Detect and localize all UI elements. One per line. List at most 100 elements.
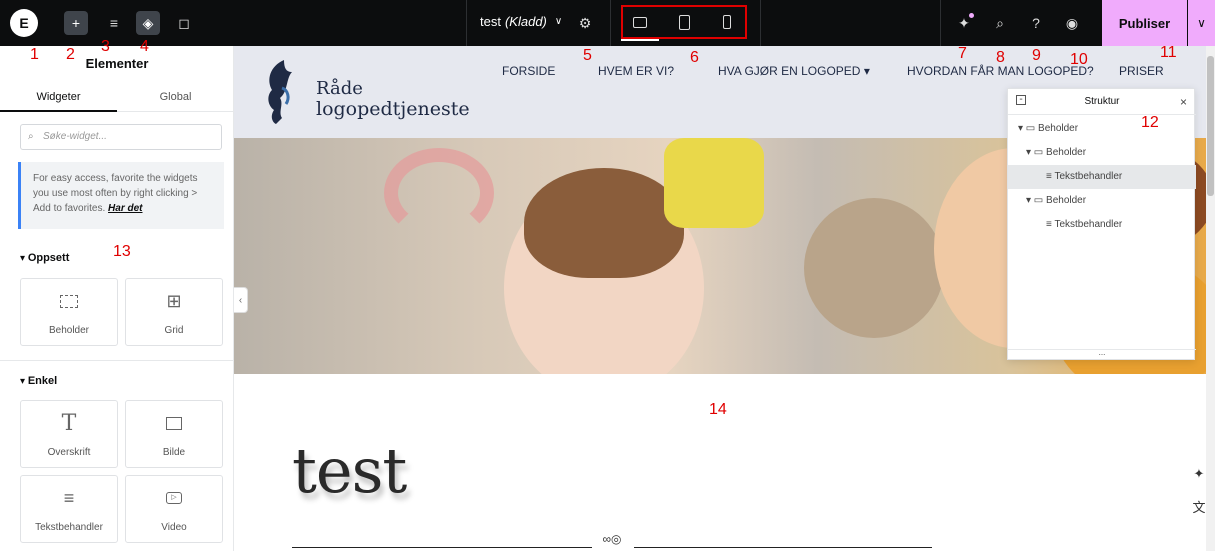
elementor-logo-icon[interactable]: E bbox=[10, 9, 38, 37]
page-settings-gear-icon[interactable]: ⚙ bbox=[573, 11, 597, 35]
category-basic[interactable]: Enkel bbox=[20, 375, 57, 387]
chevron-down-icon: ∨ bbox=[554, 16, 563, 27]
panel-tabs: Widgeter Global bbox=[0, 82, 234, 112]
responsive-mode-switcher bbox=[621, 5, 747, 41]
caret-down-icon: ▾ bbox=[1026, 147, 1032, 158]
structure-panel: - Struktur × ▾ ▭ Beholder ▾ ▭ Beholder ≡… bbox=[1007, 88, 1196, 360]
whats-new-megaphone-icon[interactable]: ✦ bbox=[952, 11, 976, 35]
structure-header: - Struktur × bbox=[1008, 89, 1196, 115]
grid-icon: ⊞ bbox=[166, 290, 182, 311]
video-icon: ▷ bbox=[126, 486, 222, 510]
editor-topbar: E + ≡ ◈ ◻ test (Kladd) ∨ ⚙ ✦ ⌕ ? ◉ Publi… bbox=[0, 0, 1215, 46]
help-icon[interactable]: ? bbox=[1024, 11, 1048, 35]
annotation-label: 11 bbox=[1160, 44, 1177, 61]
nav-what-speech-therapist[interactable]: HVA GJØR EN LOGOPED ▾ bbox=[718, 64, 870, 78]
mobile-view-icon[interactable] bbox=[718, 13, 736, 31]
annotation-label: 10 bbox=[1070, 51, 1088, 68]
caret-down-icon: ▾ bbox=[863, 64, 870, 78]
divider-line bbox=[634, 547, 932, 548]
divider-ornament-icon: ∞◎ bbox=[602, 532, 622, 546]
widget-text-editor[interactable]: ≡ Tekstbehandler bbox=[20, 475, 118, 543]
preview-eye-icon[interactable]: ◉ bbox=[1060, 11, 1084, 35]
widget-search-input[interactable]: ⌕ Søke-widget... bbox=[20, 124, 222, 150]
heading-icon: T bbox=[61, 410, 77, 436]
search-placeholder: Søke-widget... bbox=[43, 131, 107, 142]
resize-handle[interactable]: ... bbox=[1008, 349, 1196, 359]
widget-label: Beholder bbox=[48, 325, 90, 336]
desktop-view-icon[interactable] bbox=[621, 13, 659, 41]
document-title[interactable]: test (Kladd) ∨ bbox=[480, 14, 562, 29]
node-label: Tekstbehandler bbox=[1054, 171, 1123, 182]
nav-home[interactable]: FORSIDE bbox=[502, 64, 555, 78]
tree-node-container[interactable]: ▾ ▭ Beholder bbox=[1008, 189, 1196, 213]
elements-panel: Elementer Widgeter Global ⌕ Søke-widget.… bbox=[0, 46, 234, 551]
widget-label: Overskrift bbox=[47, 447, 91, 458]
widget-container[interactable]: Beholder bbox=[20, 278, 118, 346]
dismiss-tip-link[interactable]: Har det bbox=[108, 203, 142, 214]
widget-heading[interactable]: T Overskrift bbox=[20, 400, 118, 468]
nav-about[interactable]: HVEM ER VI? bbox=[598, 64, 674, 78]
site-brand[interactable]: Råde logopedtjeneste bbox=[316, 78, 470, 120]
tablet-view-icon[interactable] bbox=[675, 13, 693, 31]
widget-label: Grid bbox=[164, 325, 184, 336]
document-title-text: test bbox=[480, 14, 501, 29]
nav-label: HVA GJØR EN LOGOPED bbox=[718, 64, 861, 78]
tree-node-container[interactable]: ▾ ▭ Beholder bbox=[1008, 141, 1196, 165]
node-label: Beholder bbox=[1038, 123, 1079, 134]
annotation-label: 7 bbox=[958, 45, 967, 62]
caret-down-icon: ▾ bbox=[1026, 195, 1032, 206]
favorites-tip: For easy access, favorite the widgets yo… bbox=[18, 162, 224, 229]
container-icon bbox=[21, 289, 117, 313]
brand-line-2: logopedtjeneste bbox=[316, 98, 470, 120]
annotation-label: 3 bbox=[101, 38, 110, 55]
annotation-label: 8 bbox=[996, 49, 1005, 66]
collapse-panel-chevron-icon[interactable]: ‹ bbox=[234, 287, 248, 313]
add-element-button[interactable]: + bbox=[64, 11, 88, 35]
annotation-label: 5 bbox=[583, 47, 592, 64]
tab-widgets[interactable]: Widgeter bbox=[0, 82, 117, 112]
translate-icon[interactable]: 文 bbox=[1187, 494, 1211, 518]
node-label: Beholder bbox=[1046, 147, 1087, 158]
annotation-label: 14 bbox=[709, 401, 727, 418]
annotation-label: 12 bbox=[1141, 114, 1159, 131]
divider-line bbox=[292, 547, 592, 548]
text-editor-icon: ≡ bbox=[63, 487, 75, 508]
widget-video[interactable]: ▷ Video bbox=[125, 475, 223, 543]
scrollbar-thumb[interactable] bbox=[1207, 56, 1214, 196]
structure-title: Struktur bbox=[1084, 96, 1120, 107]
caret-down-icon: ▾ bbox=[1018, 123, 1024, 134]
logo-silhouette-icon bbox=[268, 60, 292, 124]
annotation-label: 13 bbox=[113, 243, 131, 260]
node-label: Tekstbehandler bbox=[1054, 219, 1123, 230]
site-settings-icon[interactable]: ≡ bbox=[102, 11, 126, 35]
close-icon[interactable]: × bbox=[1180, 95, 1187, 109]
annotation-label: 1 bbox=[30, 46, 39, 63]
annotation-label: 9 bbox=[1032, 47, 1041, 64]
ai-sparkle-icon[interactable]: ✦ bbox=[1187, 462, 1211, 486]
document-status: (Kladd) bbox=[504, 14, 547, 29]
widget-label: Tekstbehandler bbox=[35, 522, 103, 533]
tree-node-container[interactable]: ▾ ▭ Beholder bbox=[1008, 117, 1196, 141]
search-icon: ⌕ bbox=[28, 131, 34, 142]
structure-layers-icon[interactable]: ◈ bbox=[136, 11, 160, 35]
widget-grid[interactable]: ⊞ Grid bbox=[125, 278, 223, 346]
annotation-label: 6 bbox=[690, 49, 699, 66]
annotation-label: 4 bbox=[140, 38, 149, 55]
node-label: Beholder bbox=[1046, 195, 1087, 206]
annotation-label: 2 bbox=[66, 46, 75, 63]
category-layout[interactable]: Oppsett bbox=[20, 252, 70, 264]
image-icon bbox=[126, 411, 222, 435]
tree-node-text-editor[interactable]: ≡ Tekstbehandler bbox=[1008, 165, 1196, 189]
brand-line-1: Råde bbox=[316, 78, 363, 99]
tab-global[interactable]: Global bbox=[117, 82, 234, 112]
widget-label: Bilde bbox=[162, 447, 186, 458]
page-heading[interactable]: test bbox=[292, 434, 407, 507]
tree-node-text-editor[interactable]: ≡ Tekstbehandler bbox=[1008, 213, 1196, 237]
widget-image[interactable]: Bilde bbox=[125, 400, 223, 468]
publish-options-chevron-icon[interactable]: ∨ bbox=[1188, 0, 1215, 46]
nav-prices[interactable]: PRISER bbox=[1119, 64, 1164, 78]
notes-comment-icon[interactable]: ◻ bbox=[172, 11, 196, 35]
search-icon[interactable]: ⌕ bbox=[988, 11, 1012, 35]
widget-label: Video bbox=[161, 522, 187, 533]
publish-button[interactable]: Publiser bbox=[1102, 0, 1187, 46]
